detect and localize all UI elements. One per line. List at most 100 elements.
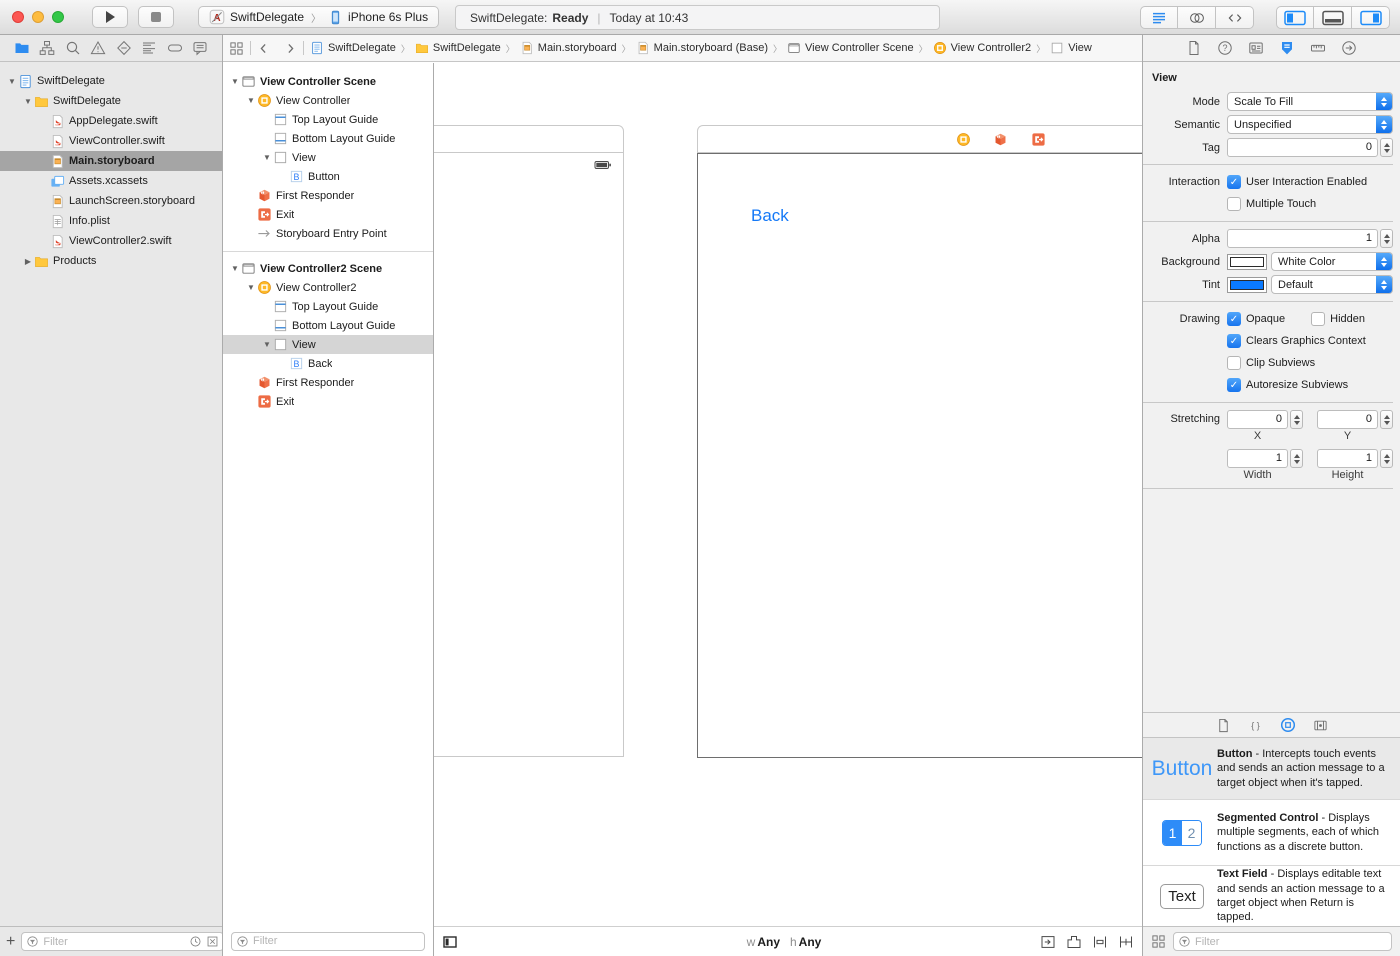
size-class-control[interactable]: w Any h Any <box>747 935 830 949</box>
stretching-x-field[interactable]: 0 <box>1227 410 1288 429</box>
outline-top-layout-guide[interactable]: Top Layout Guide <box>223 297 433 316</box>
outline-toggle-icon[interactable] <box>442 934 458 950</box>
tree-item-file[interactable]: Assets.xcassets <box>0 171 222 191</box>
library-item-segmented-control[interactable]: 1 2 Segmented Control - Displays multipl… <box>1143 800 1400 866</box>
outline-top-layout-guide[interactable]: Top Layout Guide <box>223 110 433 129</box>
library-item-button[interactable]: Button Button - Intercepts touch events … <box>1143 738 1400 800</box>
outline-exit[interactable]: Exit <box>223 392 433 411</box>
background-dropdown[interactable]: White Color <box>1271 252 1393 271</box>
breadcrumb-view[interactable]: View <box>1050 41 1092 55</box>
stretching-width-stepper[interactable] <box>1290 449 1303 468</box>
symbol-navigator-tab-icon[interactable] <box>39 40 55 56</box>
log-navigator-tab-icon[interactable] <box>192 40 208 56</box>
stretching-height-stepper[interactable] <box>1380 449 1393 468</box>
view-controller-scene-frame[interactable] <box>433 125 624 757</box>
view-controller-view[interactable] <box>433 153 624 757</box>
outline-filter-field[interactable] <box>231 932 425 951</box>
navigator-filter-input[interactable] <box>43 936 185 948</box>
outline-back-button[interactable]: Back <box>223 354 433 373</box>
tree-item-project[interactable]: ▼SwiftDelegate <box>0 71 222 91</box>
project-navigator-tab-icon[interactable] <box>14 40 30 56</box>
tree-item-group[interactable]: ▶Products <box>0 251 222 271</box>
back-canvas-button[interactable]: Back <box>751 206 789 226</box>
outline-bottom-layout-guide[interactable]: Bottom Layout Guide <box>223 129 433 148</box>
media-library-tab-icon[interactable] <box>1313 718 1328 733</box>
breadcrumb-view-controller[interactable]: View Controller2 <box>933 41 1032 55</box>
outline-exit[interactable]: Exit <box>223 205 433 224</box>
standard-editor-button[interactable] <box>1140 6 1178 29</box>
align-icon[interactable] <box>1092 934 1108 950</box>
disclosure-triangle[interactable]: ▶ <box>22 257 34 266</box>
breadcrumb-file[interactable]: Main.storyboard <box>520 41 617 55</box>
forward-arrow-icon[interactable] <box>284 42 297 55</box>
grid-view-icon[interactable] <box>1151 934 1166 949</box>
version-editor-button[interactable] <box>1216 6 1254 29</box>
stretching-width-field[interactable]: 1 <box>1227 449 1288 468</box>
tint-dropdown[interactable]: Default <box>1271 275 1393 294</box>
size-inspector-tab-icon[interactable] <box>1310 40 1326 56</box>
alpha-stepper[interactable] <box>1380 229 1393 248</box>
library-filter-field[interactable] <box>1173 932 1392 951</box>
tree-item-file-selected[interactable]: Main.storyboard <box>0 151 222 171</box>
stretching-y-field[interactable]: 0 <box>1317 410 1378 429</box>
embed-in-stack-icon[interactable] <box>1066 934 1082 950</box>
disclosure-triangle[interactable]: ▼ <box>245 283 257 292</box>
outline-view-selected[interactable]: ▼View <box>223 335 433 354</box>
add-button[interactable]: + <box>6 933 15 951</box>
toggle-debug-area-button[interactable] <box>1314 6 1352 29</box>
library-filter-input[interactable] <box>1195 936 1387 948</box>
multiple-touch-checkbox[interactable] <box>1227 197 1241 211</box>
quick-help-tab-icon[interactable] <box>1217 40 1233 56</box>
minimize-window-button[interactable] <box>32 11 44 23</box>
pin-icon[interactable] <box>1118 934 1134 950</box>
test-navigator-tab-icon[interactable] <box>167 40 183 56</box>
clears-graphics-context-checkbox[interactable]: ✓ <box>1227 334 1241 348</box>
toggle-navigator-button[interactable] <box>1276 6 1314 29</box>
zoom-window-button[interactable] <box>52 11 64 23</box>
view-controller2-view[interactable]: Back <box>697 153 1142 758</box>
code-snippet-library-tab-icon[interactable] <box>1248 718 1263 733</box>
outline-entry-point[interactable]: Storyboard Entry Point <box>223 224 433 243</box>
back-arrow-icon[interactable] <box>257 42 270 55</box>
attributes-inspector-tab-icon[interactable] <box>1279 40 1295 56</box>
assistant-editor-button[interactable] <box>1178 6 1216 29</box>
library-item-text-field[interactable]: Text Text Field - Displays editable text… <box>1143 866 1400 926</box>
tree-item-file[interactable]: ViewController.swift <box>0 131 222 151</box>
scheme-selector[interactable]: SwiftDelegate 〉 iPhone 6s Plus <box>198 6 439 28</box>
disclosure-triangle[interactable]: ▼ <box>6 77 18 86</box>
disclosure-triangle[interactable]: ▼ <box>22 97 34 106</box>
outline-view[interactable]: ▼View <box>223 148 433 167</box>
outline-view-controller2[interactable]: ▼View Controller2 <box>223 278 433 297</box>
identity-inspector-tab-icon[interactable] <box>1248 40 1264 56</box>
update-frames-icon[interactable] <box>1040 934 1056 950</box>
tree-item-group[interactable]: ▼SwiftDelegate <box>0 91 222 111</box>
outline-first-responder[interactable]: First Responder <box>223 373 433 392</box>
disclosure-triangle[interactable]: ▼ <box>229 264 241 273</box>
outline-filter-input[interactable] <box>253 935 420 947</box>
stretching-x-stepper[interactable] <box>1290 410 1303 429</box>
stretching-height-field[interactable]: 1 <box>1317 449 1378 468</box>
stop-button[interactable] <box>138 6 174 28</box>
outline-view-controller[interactable]: ▼View Controller <box>223 91 433 110</box>
first-responder-icon[interactable] <box>993 132 1008 147</box>
storyboard-canvas[interactable]: Back w Any h Any <box>433 63 1142 956</box>
clip-subviews-checkbox[interactable] <box>1227 356 1241 370</box>
disclosure-triangle[interactable]: ▼ <box>261 340 273 349</box>
tree-item-file[interactable]: Info.plist <box>0 211 222 231</box>
outline-button[interactable]: Button <box>223 167 433 186</box>
breadcrumb-scene[interactable]: View Controller Scene <box>787 41 914 55</box>
recent-files-icon[interactable] <box>189 935 202 948</box>
view-controller-icon[interactable] <box>956 132 971 147</box>
autoresize-subviews-checkbox[interactable]: ✓ <box>1227 378 1241 392</box>
exit-icon[interactable] <box>1031 132 1046 147</box>
navigator-filter-field[interactable] <box>21 932 224 951</box>
alpha-field[interactable]: 1 <box>1227 229 1378 248</box>
tint-color-well[interactable] <box>1227 277 1267 293</box>
disclosure-triangle[interactable]: ▼ <box>245 96 257 105</box>
view-controller2-scene-frame[interactable]: Back <box>697 125 1142 758</box>
outline-bottom-layout-guide[interactable]: Bottom Layout Guide <box>223 316 433 335</box>
disclosure-triangle[interactable]: ▼ <box>261 153 273 162</box>
close-window-button[interactable] <box>12 11 24 23</box>
breadcrumb-file-base[interactable]: Main.storyboard (Base) <box>636 41 768 55</box>
issue-navigator-tab-icon[interactable] <box>90 40 106 56</box>
